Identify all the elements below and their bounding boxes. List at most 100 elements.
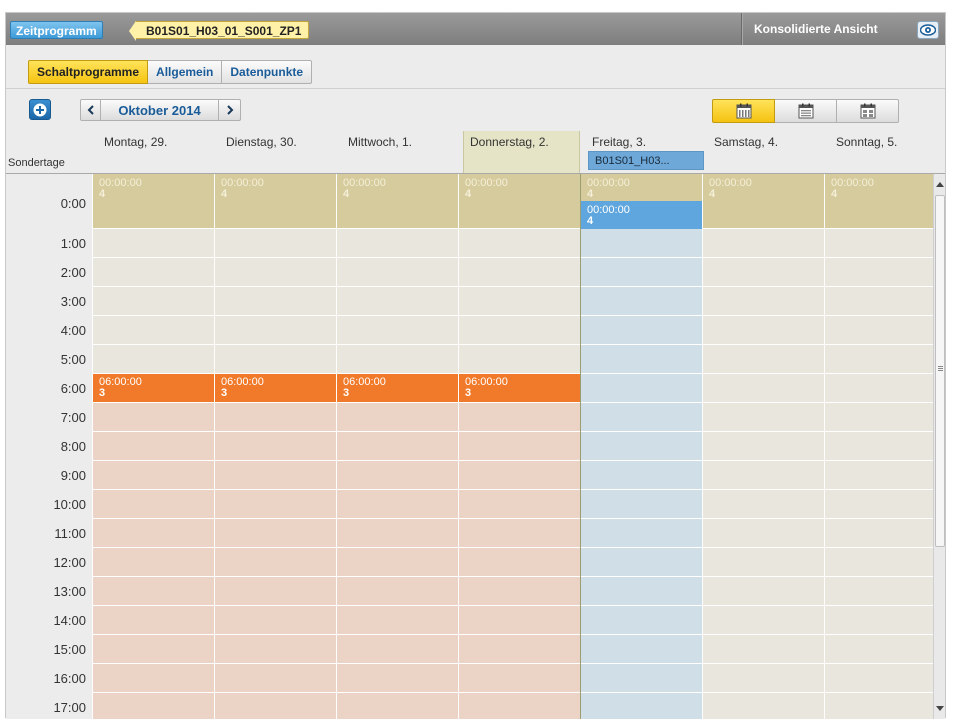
time-slot[interactable] bbox=[581, 577, 702, 606]
add-button[interactable] bbox=[29, 99, 51, 120]
time-slot[interactable] bbox=[581, 548, 702, 577]
time-slot[interactable] bbox=[703, 258, 824, 287]
time-slot[interactable] bbox=[459, 548, 580, 577]
year-view-button[interactable] bbox=[837, 99, 899, 123]
time-slot[interactable] bbox=[459, 287, 580, 316]
schedule-entry-six[interactable]: 06:00:00 3 bbox=[465, 377, 508, 399]
time-slot[interactable] bbox=[459, 258, 580, 287]
time-slot[interactable] bbox=[93, 577, 214, 606]
time-slot[interactable] bbox=[703, 664, 824, 693]
time-slot[interactable] bbox=[703, 635, 824, 664]
time-slot[interactable] bbox=[825, 519, 933, 548]
time-slot[interactable] bbox=[459, 490, 580, 519]
time-slot[interactable] bbox=[825, 635, 933, 664]
time-slot[interactable] bbox=[581, 403, 702, 432]
time-slot[interactable] bbox=[215, 693, 336, 719]
time-slot[interactable] bbox=[93, 229, 214, 258]
time-slot[interactable] bbox=[459, 606, 580, 635]
time-slot[interactable] bbox=[93, 287, 214, 316]
tab-schaltprogramme[interactable]: Schaltprogramme bbox=[28, 60, 149, 84]
day-header-thursday[interactable]: Donnerstag, 2. bbox=[463, 131, 580, 174]
tab-datenpunkte[interactable]: Datenpunkte bbox=[222, 60, 313, 84]
time-slot[interactable] bbox=[825, 345, 933, 374]
time-slot[interactable] bbox=[337, 606, 458, 635]
time-slot[interactable] bbox=[215, 316, 336, 345]
time-slot[interactable] bbox=[825, 548, 933, 577]
time-slot[interactable] bbox=[215, 403, 336, 432]
schedule-entry-six[interactable]: 06:00:00 3 bbox=[221, 377, 264, 399]
time-slot[interactable] bbox=[93, 490, 214, 519]
time-slot[interactable] bbox=[93, 258, 214, 287]
time-slot[interactable] bbox=[215, 345, 336, 374]
time-slot[interactable] bbox=[215, 432, 336, 461]
time-slot[interactable] bbox=[337, 229, 458, 258]
month-view-button[interactable] bbox=[775, 99, 837, 123]
next-month-button[interactable] bbox=[219, 99, 241, 121]
time-slot[interactable] bbox=[215, 606, 336, 635]
time-slot[interactable] bbox=[581, 519, 702, 548]
schedule-entry-six[interactable]: 06:00:00 3 bbox=[343, 377, 386, 399]
time-slot[interactable] bbox=[825, 287, 933, 316]
previous-month-button[interactable] bbox=[80, 99, 101, 121]
time-slot[interactable] bbox=[459, 461, 580, 490]
time-slot[interactable] bbox=[825, 316, 933, 345]
time-slot[interactable] bbox=[581, 258, 702, 287]
time-slot[interactable] bbox=[337, 693, 458, 719]
time-slot[interactable] bbox=[215, 490, 336, 519]
month-label[interactable]: Oktober 2014 bbox=[101, 99, 219, 121]
schedule-entry-midnight[interactable]: 00:00:00 4 bbox=[709, 178, 752, 200]
time-slot[interactable] bbox=[825, 403, 933, 432]
time-slot[interactable] bbox=[215, 461, 336, 490]
schedule-entry-midnight[interactable]: 00:00:00 4 bbox=[221, 178, 264, 200]
time-slot[interactable] bbox=[215, 635, 336, 664]
day-header-tuesday[interactable]: Dienstag, 30. bbox=[214, 131, 336, 174]
time-slot[interactable] bbox=[459, 664, 580, 693]
time-slot[interactable] bbox=[581, 432, 702, 461]
time-slot[interactable] bbox=[581, 316, 702, 345]
time-slot[interactable] bbox=[459, 316, 580, 345]
day-header-wednesday[interactable]: Mittwoch, 1. bbox=[336, 131, 458, 174]
time-slot[interactable] bbox=[825, 258, 933, 287]
special-day-entry[interactable]: 00:00:00 4 bbox=[581, 201, 703, 229]
time-slot[interactable] bbox=[215, 664, 336, 693]
time-slot[interactable] bbox=[825, 432, 933, 461]
time-slot[interactable] bbox=[93, 403, 214, 432]
tab-allgemein[interactable]: Allgemein bbox=[148, 60, 223, 84]
week-view-button[interactable] bbox=[712, 99, 775, 123]
time-slot[interactable] bbox=[703, 374, 824, 403]
breadcrumb-root[interactable]: Zeitprogramm bbox=[10, 21, 103, 39]
time-slot[interactable] bbox=[459, 432, 580, 461]
time-slot[interactable] bbox=[703, 345, 824, 374]
time-slot[interactable] bbox=[459, 229, 580, 258]
time-slot[interactable] bbox=[825, 374, 933, 403]
scrollbar-thumb[interactable] bbox=[935, 195, 945, 547]
time-slot[interactable] bbox=[93, 693, 214, 719]
time-slot[interactable] bbox=[703, 606, 824, 635]
time-slot[interactable] bbox=[215, 258, 336, 287]
time-slot[interactable] bbox=[93, 345, 214, 374]
schedule-entry-midnight[interactable]: 00:00:00 4 bbox=[587, 178, 630, 200]
time-slot[interactable] bbox=[337, 635, 458, 664]
time-slot[interactable] bbox=[703, 229, 824, 258]
time-slot[interactable] bbox=[581, 374, 702, 403]
time-slot[interactable] bbox=[703, 316, 824, 345]
time-slot[interactable] bbox=[825, 693, 933, 719]
time-slot[interactable] bbox=[93, 635, 214, 664]
day-header-saturday[interactable]: Samstag, 4. bbox=[702, 131, 824, 174]
time-slot[interactable] bbox=[459, 403, 580, 432]
time-slot[interactable] bbox=[703, 693, 824, 719]
schedule-entry-midnight[interactable]: 00:00:00 4 bbox=[831, 178, 874, 200]
time-slot[interactable] bbox=[215, 287, 336, 316]
time-slot[interactable] bbox=[459, 519, 580, 548]
scroll-down-arrow-icon[interactable] bbox=[936, 706, 944, 711]
time-slot[interactable] bbox=[93, 461, 214, 490]
time-slot[interactable] bbox=[459, 577, 580, 606]
time-slot[interactable] bbox=[93, 664, 214, 693]
time-slot[interactable] bbox=[93, 606, 214, 635]
time-slot[interactable] bbox=[337, 461, 458, 490]
schedule-entry-midnight[interactable]: 00:00:00 4 bbox=[99, 178, 142, 200]
time-slot[interactable] bbox=[825, 229, 933, 258]
time-slot[interactable] bbox=[581, 490, 702, 519]
time-slot[interactable] bbox=[825, 461, 933, 490]
time-slot[interactable] bbox=[459, 693, 580, 719]
